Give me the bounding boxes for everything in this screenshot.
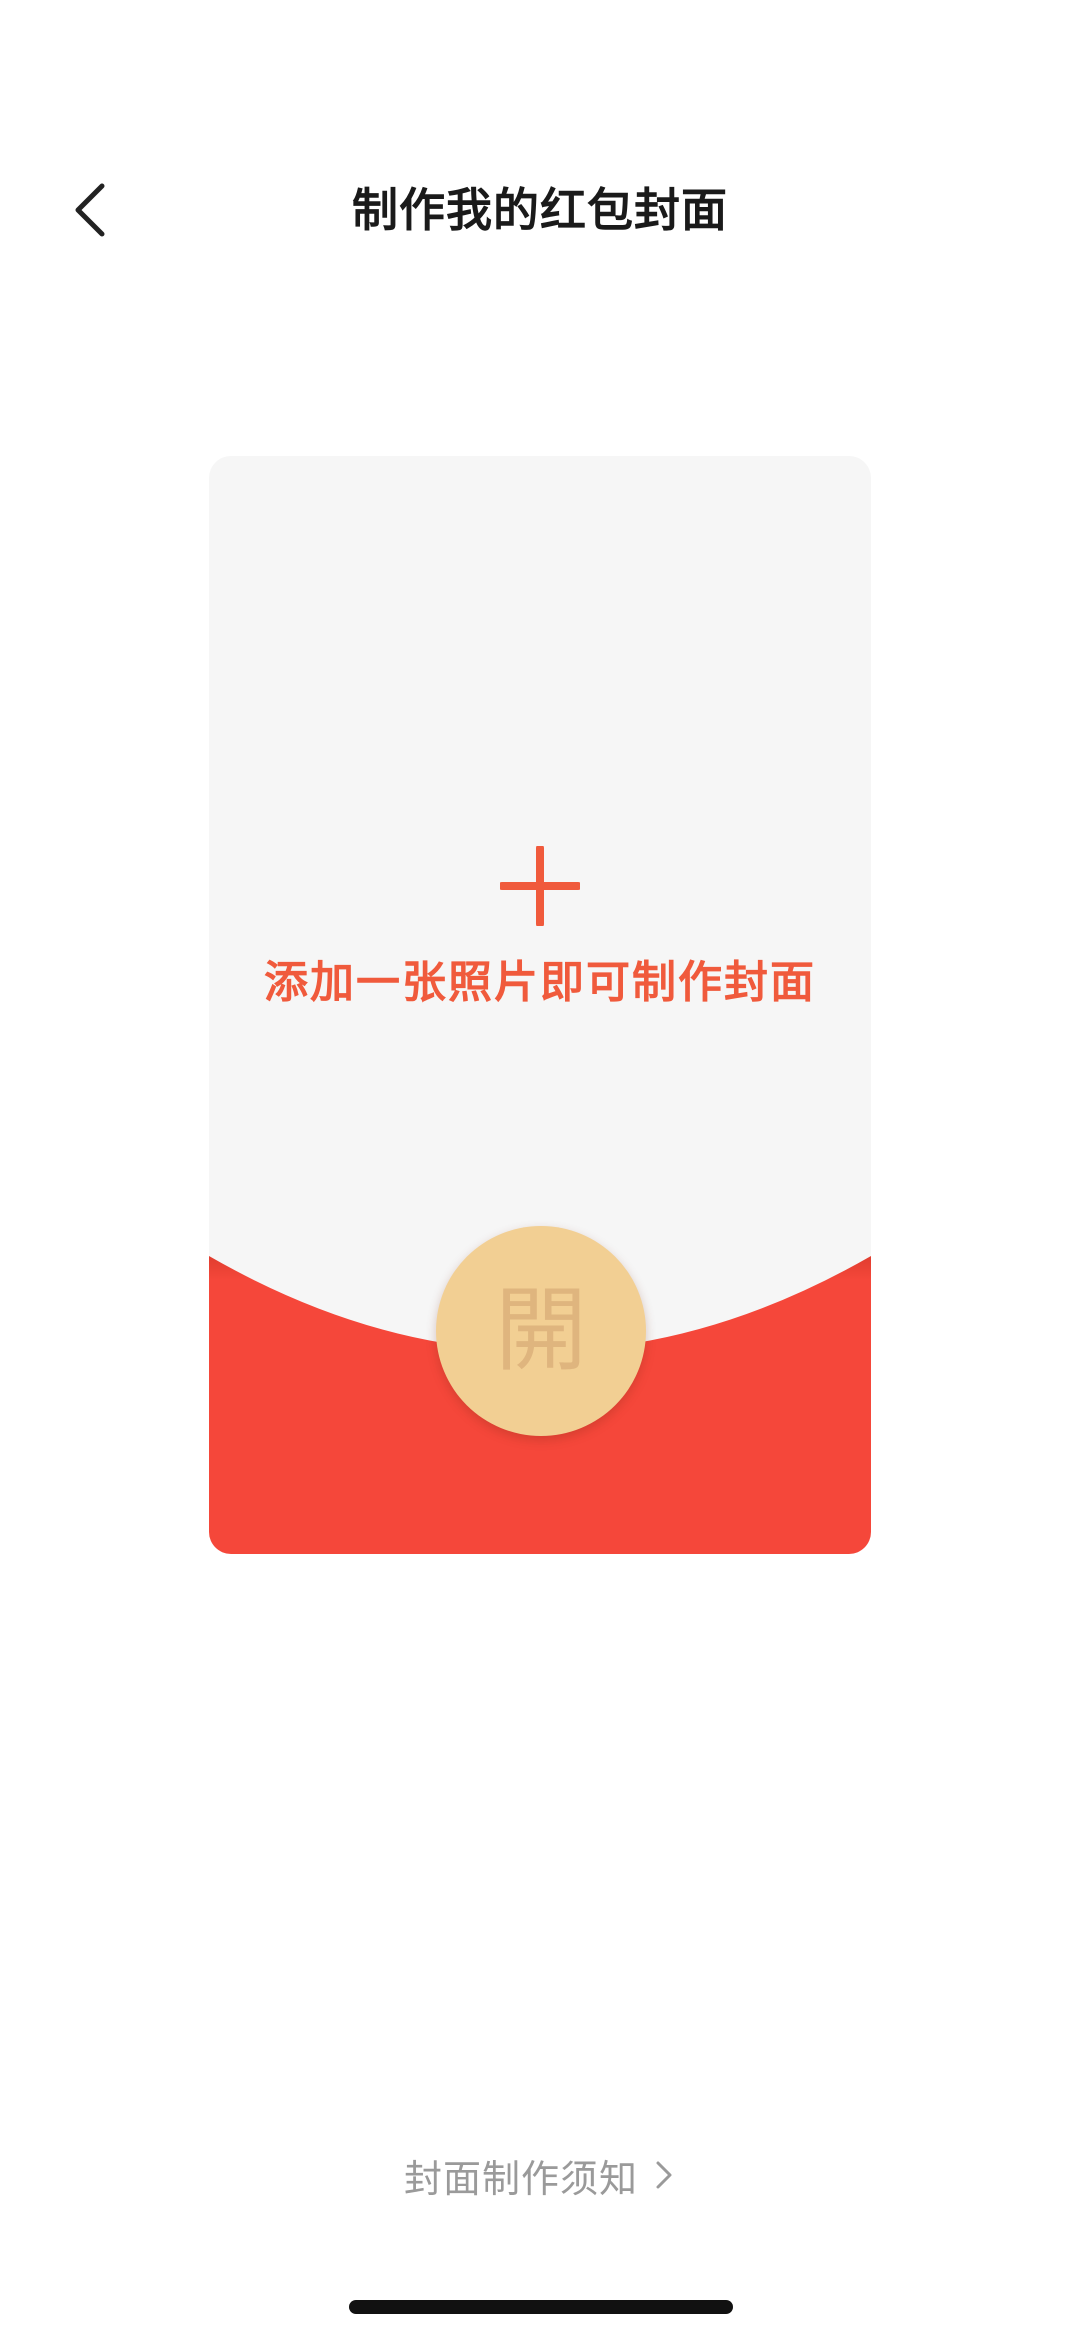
screen: 制作我的红包封面 添加一张照片即可制作封面 開 封面制作须知 bbox=[0, 0, 1080, 2337]
cover-guide-label: 封面制作须知 bbox=[403, 2156, 638, 2201]
page-title: 制作我的红包封面 bbox=[352, 183, 728, 237]
cover-guide-link[interactable]: 封面制作须知 bbox=[0, 2140, 1080, 2210]
chevron-left-icon bbox=[75, 183, 105, 237]
red-packet-cover-card: 添加一张照片即可制作封面 開 bbox=[209, 456, 871, 1554]
open-label: 開 bbox=[494, 1277, 587, 1384]
home-indicator[interactable] bbox=[349, 2300, 733, 2314]
chevron-right-icon bbox=[656, 2161, 672, 2189]
nav-bar: 制作我的红包封面 bbox=[0, 140, 1080, 280]
back-button[interactable] bbox=[50, 170, 130, 250]
open-button: 開 bbox=[436, 1226, 646, 1436]
